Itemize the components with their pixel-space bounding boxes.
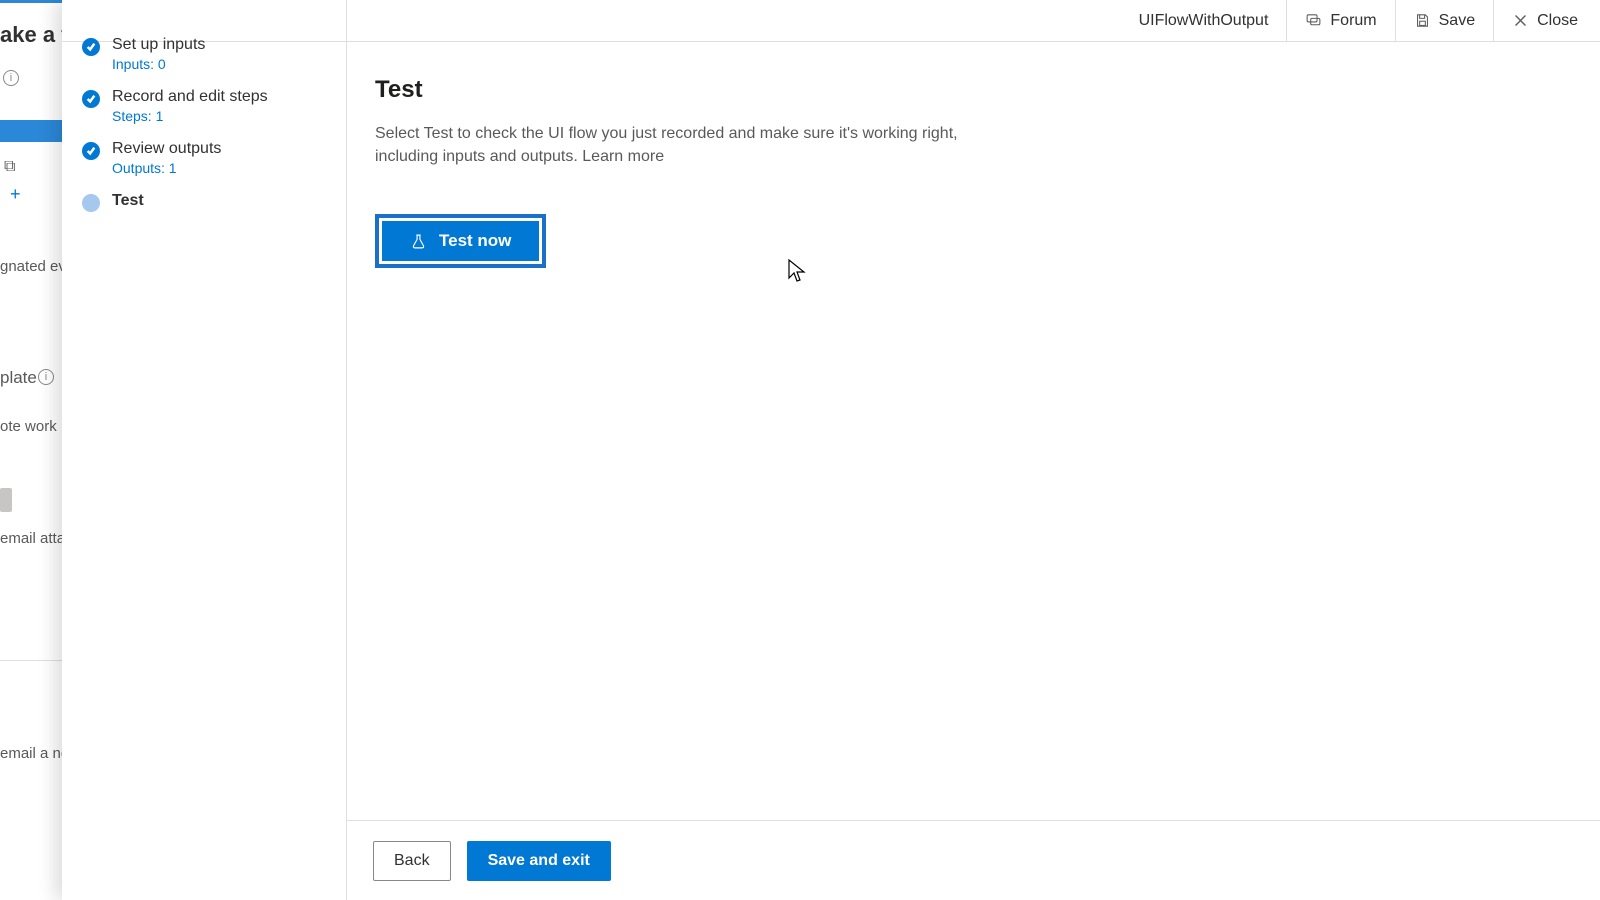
current-step-icon xyxy=(82,194,100,212)
step-test[interactable]: Test xyxy=(62,184,346,220)
step-subtitle: Steps: 1 xyxy=(112,108,268,124)
bg-grey-block xyxy=(0,488,12,512)
bg-selected-strip xyxy=(0,120,62,142)
step-title: Test xyxy=(112,192,144,210)
save-label: Save xyxy=(1439,12,1475,30)
test-now-label: Test now xyxy=(439,231,511,251)
close-label: Close xyxy=(1537,12,1578,30)
save-icon xyxy=(1414,12,1431,29)
content-description: Select Test to check the UI flow you jus… xyxy=(375,122,975,168)
bg-text-template: plate xyxy=(0,368,37,388)
back-button[interactable]: Back xyxy=(373,841,451,881)
close-button[interactable]: Close xyxy=(1493,0,1596,42)
learn-more-link[interactable]: Learn more xyxy=(582,148,664,165)
forum-label: Forum xyxy=(1330,12,1376,30)
save-and-exit-button[interactable]: Save and exit xyxy=(467,841,611,881)
bg-text-note: email a no xyxy=(0,745,69,762)
plus-icon: + xyxy=(10,184,21,205)
test-now-focus-ring: Test now xyxy=(375,214,546,268)
mouse-cursor-icon xyxy=(787,258,807,284)
content-heading: Test xyxy=(375,76,1572,104)
step-subtitle: Inputs: 0 xyxy=(112,56,205,72)
bg-text-remote: ote work xyxy=(0,418,57,435)
step-review-outputs[interactable]: Review outputs Outputs: 1 xyxy=(62,132,346,184)
check-icon xyxy=(82,38,100,56)
step-title: Review outputs xyxy=(112,140,221,158)
wizard-steps: Set up inputs Inputs: 0 Record and edit … xyxy=(62,0,347,900)
step-set-up-inputs[interactable]: Set up inputs Inputs: 0 xyxy=(62,28,346,80)
save-button[interactable]: Save xyxy=(1395,0,1493,42)
wizard-panel: UIFlowWithOutput Forum Save Close xyxy=(62,0,1600,900)
info-icon: i xyxy=(3,70,19,86)
check-icon xyxy=(82,90,100,108)
content-description-text: Select Test to check the UI flow you jus… xyxy=(375,125,958,165)
step-title: Record and edit steps xyxy=(112,88,268,106)
flow-name: UIFlowWithOutput xyxy=(1121,12,1287,30)
flask-icon xyxy=(410,233,427,250)
step-title: Set up inputs xyxy=(112,36,205,54)
close-icon xyxy=(1512,12,1529,29)
check-icon xyxy=(82,142,100,160)
step-record-edit[interactable]: Record and edit steps Steps: 1 xyxy=(62,80,346,132)
wizard-content: Test Select Test to check the UI flow yo… xyxy=(347,42,1600,820)
wizard-footer: Back Save and exit xyxy=(347,820,1600,900)
chat-icon xyxy=(1305,12,1322,29)
bg-divider xyxy=(0,660,62,661)
info-icon: i xyxy=(38,369,54,385)
forum-button[interactable]: Forum xyxy=(1286,0,1394,42)
tab-icon: ⧉ xyxy=(4,158,15,176)
test-now-button[interactable]: Test now xyxy=(382,221,539,261)
step-subtitle: Outputs: 1 xyxy=(112,160,221,176)
